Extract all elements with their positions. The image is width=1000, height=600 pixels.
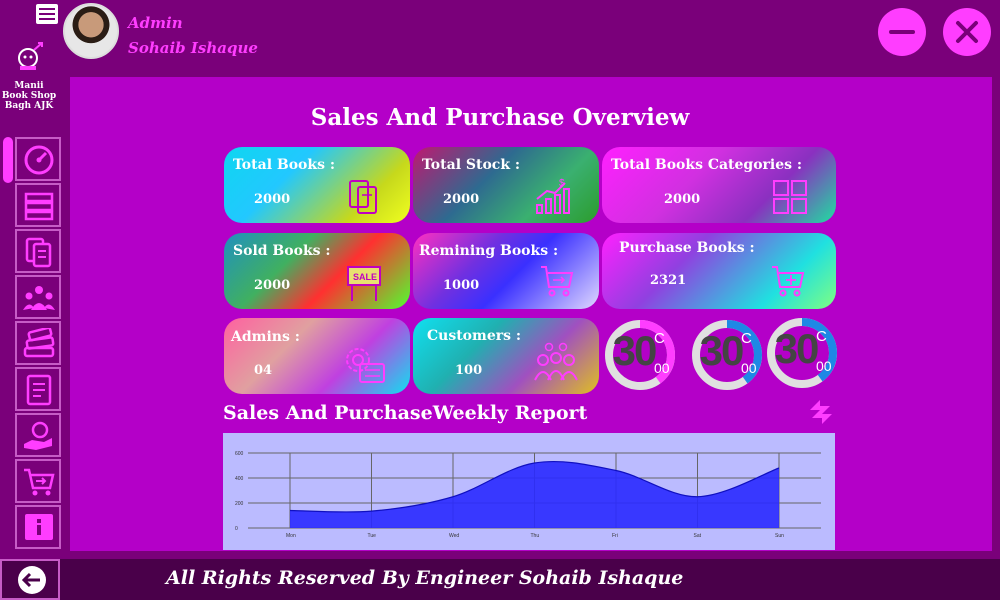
card-customers[interactable]: Customers : 100 [413,318,599,394]
y-tick-label: 600 [235,451,244,457]
gauge-3: 30 C 00 [766,317,838,389]
card-value: 04 [254,363,273,378]
minimize-button[interactable] [878,8,926,56]
admin-name: Sohaib Ishaque [128,39,258,57]
users-group-icon [23,286,55,310]
card-value: 1000 [443,278,480,293]
admin-gear-icon [346,348,385,383]
shop-logo-icon [18,42,43,70]
hamburger-menu-icon[interactable] [36,4,58,24]
books-categories-icon [24,192,54,221]
svg-text:$: $ [559,178,565,189]
customers-icon [534,342,578,381]
books-list-icon [25,237,52,268]
sidebar-item-dashboard[interactable] [15,137,61,181]
card-label: Sold Books : [233,243,331,259]
x-tick-label: Sun [775,533,784,539]
sidebar-item-categories[interactable] [15,183,61,227]
y-tick-label: 200 [235,501,244,507]
card-label: Total Books : [233,157,336,173]
sidebar-item-users[interactable] [15,275,61,319]
x-tick-label: Tue [368,533,377,539]
sidebar-item-reports[interactable] [15,367,61,411]
card-value: 2000 [443,192,480,207]
report-document-icon [26,374,52,406]
card-total-categories[interactable]: Total Books Categories : 2000 [602,147,836,223]
hand-money-icon [24,421,52,450]
footer-copyright: All Rights Reserved By Engineer Sohaib I… [166,567,684,589]
x-tick-label: Wed [449,533,459,539]
close-icon [956,21,978,43]
cart-add-icon [772,266,805,297]
stock-chart-icon: $ [536,178,570,214]
info-icon [25,514,53,540]
x-tick-label: Fri [612,533,618,539]
card-label: Total Books Categories : [611,157,803,173]
page-title: Sales And Purchase Overview [310,104,690,131]
gauge-unit: C [654,330,665,347]
sidebar-item-books[interactable] [15,229,61,273]
cart-arrow-icon [24,468,55,496]
y-tick-label: 0 [235,526,238,532]
chart-canvas: 0 200 400 600 Mon Tue Wed Thu Fri Sat Sun [235,451,821,539]
x-tick-label: Thu [531,533,540,539]
card-admins[interactable]: Admins : 04 [224,318,410,394]
card-value: 2000 [254,192,291,207]
card-label: Customers : [427,328,522,344]
card-label: Remining Books : [419,243,559,259]
card-purchase-books[interactable]: Purchase Books : 2321 [602,233,836,309]
card-value: 100 [455,363,483,378]
cart-return-icon [541,266,574,297]
report-title: Sales And PurchaseWeekly Report [223,402,588,424]
card-sold-books[interactable]: Sold Books : 2000 SALE [224,233,410,309]
card-label: Purchase Books : [619,240,755,256]
gauge-unit: C [816,328,827,345]
card-value: 2000 [664,192,701,207]
card-total-books[interactable]: Total Books : 2000 [224,147,410,223]
y-tick-label: 400 [235,476,244,482]
card-value: 2000 [254,278,291,293]
card-label: Total Stock : [422,157,521,173]
gauge-sub: 00 [654,360,670,376]
x-tick-label: Mon [286,533,296,539]
back-button[interactable] [0,559,60,600]
books-icon [349,180,377,214]
card-value: 2321 [650,273,687,288]
sidebar-item-purchase[interactable] [15,459,61,503]
weekly-report-chart: 0 200 400 600 Mon Tue Wed Thu Fri Sat Sun [223,433,835,550]
card-label: Admins : [231,329,300,345]
sidebar-item-stock[interactable] [15,321,61,365]
dashboard-gauge-icon [24,145,54,175]
x-tick-label: Sat [694,533,702,539]
categories-icon [773,180,807,214]
gauge-sub: 00 [816,358,832,374]
gauge-2: 30 C 00 [691,319,763,391]
back-arrow-icon [18,566,46,594]
sale-sign-icon: SALE [347,266,381,301]
gauge-sub: 00 [741,360,757,376]
avatar [63,3,119,59]
series-area [290,461,779,528]
card-total-stock[interactable]: Total Stock : 2000 $ [413,147,599,223]
gauge-1: 30 C 00 [604,319,676,391]
active-indicator [3,137,13,183]
books-stack-icon [23,328,55,358]
sidebar-item-about[interactable] [15,505,61,549]
card-remaining-books[interactable]: Remining Books : 1000 [413,233,599,309]
sidebar-item-sales[interactable] [15,413,61,457]
minimize-icon [889,30,915,34]
refresh-icon[interactable] [806,396,836,428]
admin-role: Admin [128,14,183,32]
svg-text:SALE: SALE [353,272,377,282]
close-button[interactable] [943,8,991,56]
gauge-unit: C [741,330,752,347]
